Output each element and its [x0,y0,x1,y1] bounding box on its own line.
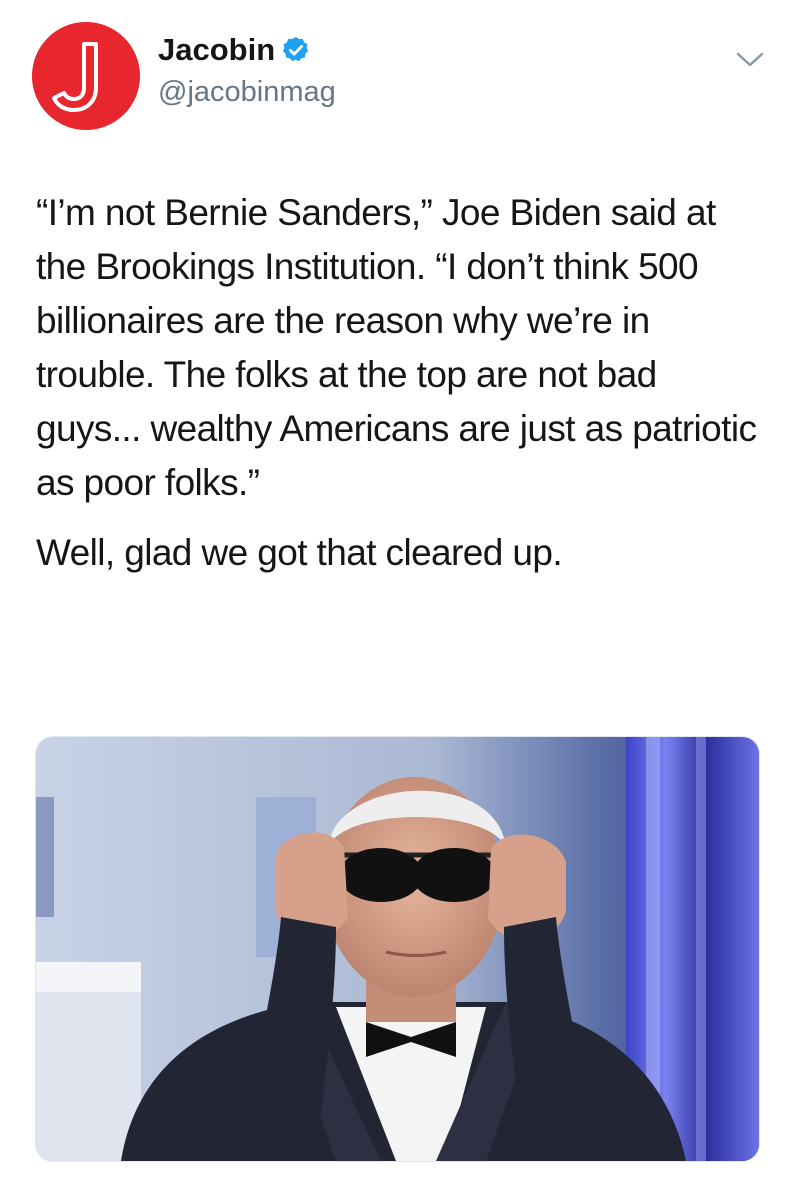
verified-badge-icon [281,35,311,65]
chevron-down-icon[interactable] [735,50,765,70]
author-info: Jacobin @jacobinmag [158,32,336,109]
tweet-comment: Well, glad we got that cleared up. [36,532,563,573]
tweet-photo[interactable] [35,736,760,1162]
tweet-quote: “I’m not Bernie Sanders,” Joe Biden said… [36,192,757,503]
tweet-text: “I’m not Bernie Sanders,” Joe Biden said… [36,186,766,580]
author-display-name[interactable]: Jacobin [158,32,275,68]
author-handle[interactable]: @jacobinmag [158,76,336,109]
tweet: J Jacobin @jacobinmag “I’m not Bernie Sa… [0,0,792,1200]
avatar[interactable]: J [32,22,140,130]
